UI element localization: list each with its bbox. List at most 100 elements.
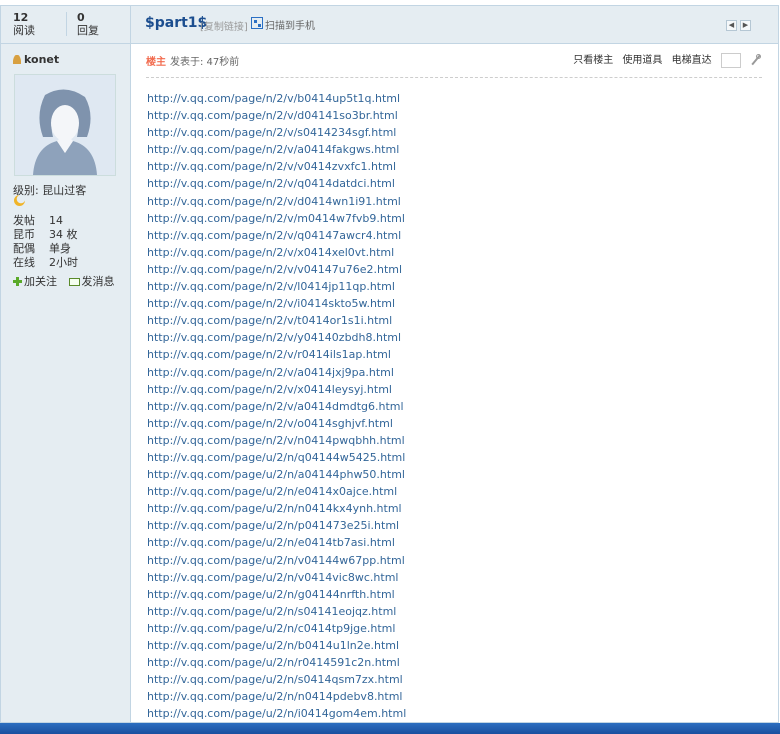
video-link[interactable]: http://v.qq.com/page/n/2/v/l0414jp11qp.h… [147,280,395,293]
video-link[interactable]: http://v.qq.com/page/u/2/n/c0414tp9jge.h… [147,622,395,635]
video-link[interactable]: http://v.qq.com/page/n/2/v/q0414datdci.h… [147,177,395,190]
profile-row: 配偶 单身 [13,242,71,255]
author-name-text: konet [24,53,60,66]
post-divider [146,77,762,78]
op-badge: 楼主 [146,57,166,68]
list-item: http://v.qq.com/page/n/2/v/v04147u76e2.h… [147,261,406,278]
send-message-button[interactable]: 发消息 [68,273,115,289]
list-item: http://v.qq.com/page/n/2/v/q04147awcr4.h… [147,227,406,244]
post-tools: 只看楼主 使用道具 电梯直达 [567,51,762,68]
video-link[interactable]: http://v.qq.com/page/n/2/v/d0414wn1i91.h… [147,195,401,208]
video-link[interactable]: http://v.qq.com/page/u/2/n/i0414gom4em.h… [147,707,406,720]
list-item: http://v.qq.com/page/n/2/v/n0414pwqbhh.h… [147,432,406,449]
profile-row: 在线 2小时 [13,256,78,269]
wrench-icon[interactable] [750,54,762,66]
avatar[interactable] [14,74,116,176]
list-item: http://v.qq.com/page/n/2/v/x0414xel0vt.h… [147,244,406,261]
list-item: http://v.qq.com/page/u/2/n/i0414gom4em.h… [147,705,406,722]
replies-count: 0 [77,11,85,24]
views-stat: 12 阅读 [13,11,63,37]
video-link[interactable]: http://v.qq.com/page/n/2/v/i0414skto5w.h… [147,297,395,310]
video-link[interactable]: http://v.qq.com/page/u/2/n/r0414591c2n.h… [147,656,400,669]
list-item: http://v.qq.com/page/u/2/n/r0414591c2n.h… [147,654,406,671]
floor-jump-label: 电梯直达 [671,55,712,66]
video-link[interactable]: http://v.qq.com/page/u/2/n/e0414tb7asi.h… [147,536,395,549]
video-link[interactable]: http://v.qq.com/page/u/2/n/s04141eojqz.h… [147,605,396,618]
video-link[interactable]: http://v.qq.com/page/n/2/v/a0414jxj9pa.h… [147,366,394,379]
copy-link-button[interactable]: [复制链接] [200,18,248,33]
video-link[interactable]: http://v.qq.com/page/n/2/v/t0414or1s1i.h… [147,314,392,327]
thread-title: $part1$ [145,15,208,31]
list-item: http://v.qq.com/page/u/2/n/a04144phw50.h… [147,466,406,483]
video-link[interactable]: http://v.qq.com/page/u/2/n/v04144w67pp.h… [147,554,405,567]
author-actions: 加关注 发消息 [13,273,123,289]
video-link[interactable]: http://v.qq.com/page/u/2/n/p041473e25i.h… [147,519,399,532]
list-item: http://v.qq.com/page/u/2/n/p041473e25i.h… [147,517,406,534]
scan-to-phone-link[interactable]: 扫描到手机 [265,17,315,32]
follow-button[interactable]: 加关注 [13,273,57,289]
list-item: http://v.qq.com/page/n/2/v/l0414jp11qp.h… [147,278,406,295]
replies-stat: 0 回复 [77,11,127,37]
video-link[interactable]: http://v.qq.com/page/u/2/n/s0414qsm7zx.h… [147,673,403,686]
replies-label: 回复 [77,24,99,37]
list-item: http://v.qq.com/page/n/2/v/a0414fakgws.h… [147,141,406,158]
author-only-link[interactable]: 只看楼主 [573,55,613,66]
video-link[interactable]: http://v.qq.com/page/n/2/v/n0414pwqbhh.h… [147,434,405,447]
list-item: http://v.qq.com/page/u/2/n/c0414tp9jge.h… [147,620,406,637]
post-meta: 楼主 发表于: 47秒前 [146,53,239,68]
video-link[interactable]: http://v.qq.com/page/n/2/v/v0414zvxfc1.h… [147,160,396,173]
list-item: http://v.qq.com/page/u/2/n/n0414kx4ynh.h… [147,500,406,517]
floor-jump-input[interactable] [720,52,741,68]
user-level: 级别: 昆山过客 [13,184,87,197]
video-link[interactable]: http://v.qq.com/page/u/2/n/n0414pdebv8.h… [147,690,403,703]
video-link[interactable]: http://v.qq.com/page/n/2/v/q04147awcr4.h… [147,229,401,242]
thread-header: $part1$ [复制链接] 扫描到手机 ◀ ▶ [131,6,778,44]
list-item: http://v.qq.com/page/u/2/n/e0414x0ajce.h… [147,483,406,500]
list-item: http://v.qq.com/page/n/2/v/q0414datdci.h… [147,175,406,192]
user-profile: 发帖 14 昆币 34 枚 配偶 单身 在线 2小时 [13,214,78,270]
video-link[interactable]: http://v.qq.com/page/n/2/v/x0414xel0vt.h… [147,246,394,259]
video-link[interactable]: http://v.qq.com/page/n/2/v/y04140zbdh8.h… [147,331,401,344]
plus-icon [13,277,22,286]
link-list: http://v.qq.com/page/n/2/v/b0414up5t1q.h… [147,90,406,722]
message-icon [68,278,80,286]
views-count: 12 [13,11,29,24]
list-item: http://v.qq.com/page/u/2/n/s04141eojqz.h… [147,603,406,620]
video-link[interactable]: http://v.qq.com/page/n/2/v/s0414234sgf.h… [147,126,396,139]
prev-thread-button[interactable]: ◀ [726,20,737,31]
list-item: http://v.qq.com/page/n/2/v/d04141so3br.h… [147,107,406,124]
list-item: http://v.qq.com/page/n/2/v/y04140zbdh8.h… [147,329,406,346]
list-item: http://v.qq.com/page/n/2/v/m0414w7fvb9.h… [147,210,406,227]
video-link[interactable]: http://v.qq.com/page/n/2/v/r0414ils1ap.h… [147,348,391,361]
video-link[interactable]: http://v.qq.com/page/n/2/v/v04147u76e2.h… [147,263,402,276]
video-link[interactable]: http://v.qq.com/page/n/2/v/x0414leysyj.h… [147,383,392,396]
video-link[interactable]: http://v.qq.com/page/u/2/n/n0414kx4ynh.h… [147,502,402,515]
list-item: http://v.qq.com/page/u/2/n/s0414qsm7zx.h… [147,671,406,688]
video-link[interactable]: http://v.qq.com/page/u/2/n/g04144nrfth.h… [147,588,395,601]
video-link[interactable]: http://v.qq.com/page/u/2/n/e0414x0ajce.h… [147,485,397,498]
author-name-link[interactable]: konet [13,53,59,66]
video-link[interactable]: http://v.qq.com/page/u/2/n/v0414vic8wc.h… [147,571,398,584]
video-link[interactable]: http://v.qq.com/page/u/2/n/b0414u1ln2e.h… [147,639,399,652]
video-link[interactable]: http://v.qq.com/page/n/2/v/a0414fakgws.h… [147,143,399,156]
video-link[interactable]: http://v.qq.com/page/n/2/v/b0414up5t1q.h… [147,92,400,105]
list-item: http://v.qq.com/page/n/2/v/s0414234sgf.h… [147,124,406,141]
profile-row: 昆币 34 枚 [13,228,78,241]
list-item: http://v.qq.com/page/u/2/n/e0414tb7asi.h… [147,534,406,551]
video-link[interactable]: http://v.qq.com/page/n/2/v/d04141so3br.h… [147,109,398,122]
use-item-link[interactable]: 使用道具 [622,55,662,66]
next-thread-button[interactable]: ▶ [740,20,751,31]
list-item: http://v.qq.com/page/n/2/v/o0414sghjvf.h… [147,415,406,432]
video-link[interactable]: http://v.qq.com/page/u/2/n/q04144w5425.h… [147,451,405,464]
video-link[interactable]: http://v.qq.com/page/n/2/v/m0414w7fvb9.h… [147,212,405,225]
post-content: 楼主 发表于: 47秒前 只看楼主 使用道具 电梯直达 http://v.qq.c… [131,44,778,722]
video-link[interactable]: http://v.qq.com/page/n/2/v/a0414dmdtg6.h… [147,400,404,413]
qr-code-icon[interactable] [251,17,263,29]
list-item: http://v.qq.com/page/n/2/v/x0414leysyj.h… [147,381,406,398]
list-item: http://v.qq.com/page/u/2/n/v04144w67pp.h… [147,552,406,569]
video-link[interactable]: http://v.qq.com/page/u/2/n/a04144phw50.h… [147,468,405,481]
video-link[interactable]: http://v.qq.com/page/n/2/v/o0414sghjvf.h… [147,417,393,430]
list-item: http://v.qq.com/page/u/2/n/v0414vic8wc.h… [147,569,406,586]
list-item: http://v.qq.com/page/n/2/v/d0414wn1i91.h… [147,193,406,210]
list-item: http://v.qq.com/page/n/2/v/i0414skto5w.h… [147,295,406,312]
